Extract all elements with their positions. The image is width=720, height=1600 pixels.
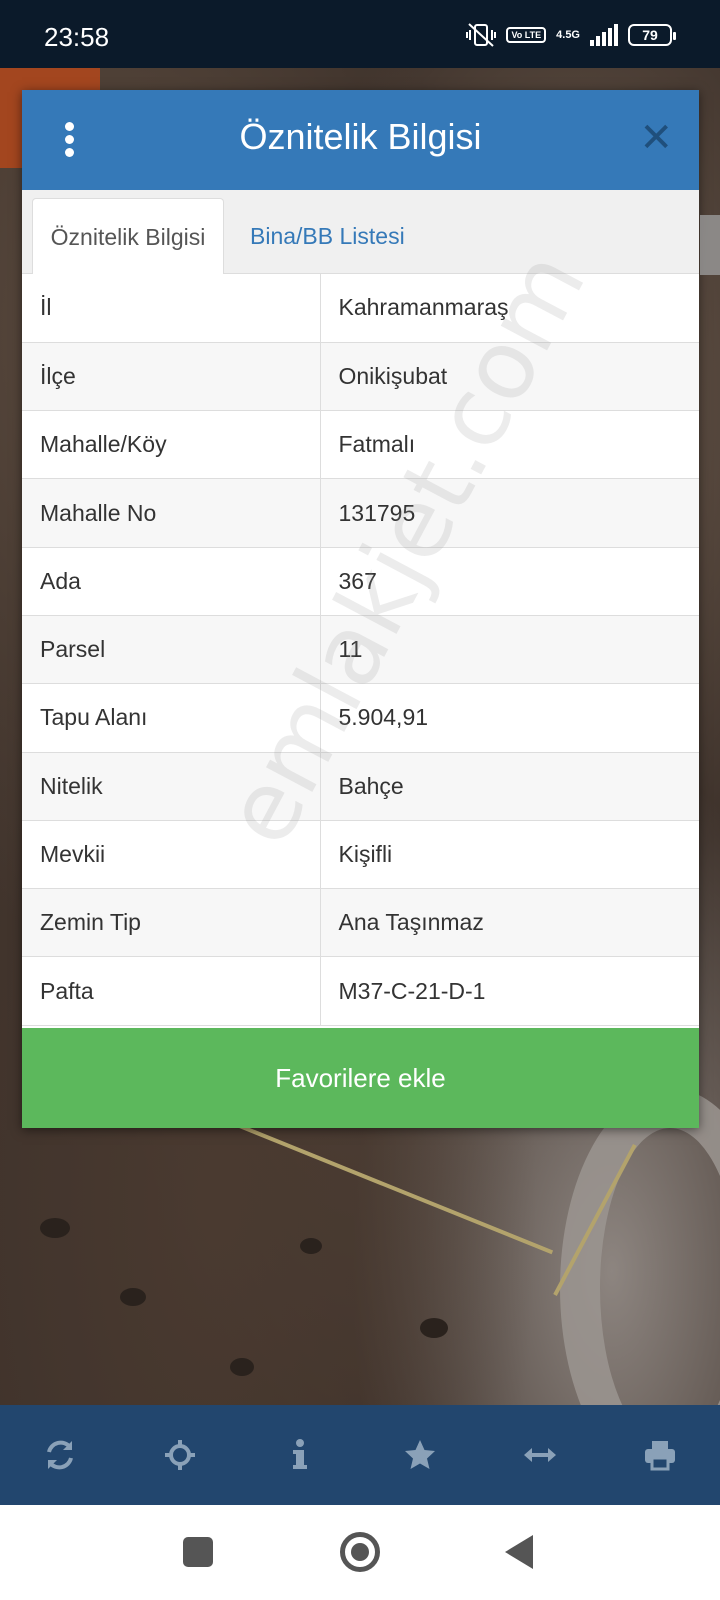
parcel-boundary-line [199, 1108, 554, 1255]
table-row: İl Kahramanmaraş [22, 274, 699, 343]
map-tree [300, 1238, 322, 1254]
table-row: Pafta M37-C-21-D-1 [22, 956, 699, 1026]
table-row: Mevkii Kişifli [22, 820, 699, 890]
map-tree [230, 1358, 254, 1376]
attribute-key: Mahalle No [22, 478, 321, 548]
system-nav-bar [0, 1505, 720, 1600]
table-row: İlçe Onikişubat [22, 342, 699, 412]
map-tree [120, 1288, 146, 1306]
vibrate-off-icon [466, 23, 497, 47]
attribute-key: Mahalle/Köy [22, 410, 321, 480]
battery-icon: 79 [628, 24, 676, 46]
attribute-value: M37-C-21-D-1 [320, 956, 699, 1026]
attribute-key: Ada [22, 547, 321, 616]
attribute-value: Ana Taşınmaz [320, 888, 699, 958]
tab-attribute-info[interactable]: Öznitelik Bilgisi [32, 198, 224, 274]
status-icons: Vo LTE 4.5G 79 [466, 22, 676, 48]
home-button[interactable] [340, 1532, 380, 1572]
add-to-favorites-button[interactable]: Favorilere ekle [22, 1028, 699, 1128]
table-row: Parsel 11 [22, 615, 699, 685]
back-button[interactable] [505, 1535, 533, 1569]
table-row: Mahalle No 131795 [22, 478, 699, 548]
attribute-table: İl Kahramanmaraş İlçe Onikişubat Mahalle/K… [22, 274, 699, 1026]
attribute-key: Zemin Tip [22, 888, 321, 958]
network-type: 4.5G [556, 29, 580, 41]
attribute-value: 131795 [320, 478, 699, 548]
close-icon[interactable]: ✕ [639, 116, 673, 160]
scrollbar-thumb[interactable] [700, 215, 720, 275]
print-icon[interactable] [630, 1425, 690, 1485]
attribute-value: Fatmalı [320, 410, 699, 480]
attribute-value: 367 [320, 547, 699, 616]
tab-bar: Öznitelik Bilgisi Bina/BB Listesi [22, 190, 699, 274]
attribute-value: 5.904,91 [320, 683, 699, 753]
tab-building-list[interactable]: Bina/BB Listesi [232, 198, 423, 274]
table-row: Tapu Alanı 5.904,91 [22, 683, 699, 753]
attribute-value: 11 [320, 615, 699, 685]
attribute-value: Kişifli [320, 820, 699, 890]
refresh-icon[interactable] [30, 1425, 90, 1485]
dialog-title: Öznitelik Bilgisi [239, 116, 482, 157]
map-road [560, 1088, 720, 1405]
map-toolbar [0, 1405, 720, 1505]
map-tree [40, 1218, 70, 1238]
status-bar: 23:58 Vo LTE 4.5G 79 [0, 0, 720, 68]
table-row: Mahalle/Köy Fatmalı [22, 410, 699, 480]
dialog-header: Öznitelik Bilgisi ✕ [22, 90, 699, 190]
attribute-key: Nitelik [22, 752, 321, 821]
signal-icon [590, 24, 618, 46]
attribute-key: Mevkii [22, 820, 321, 890]
attribute-value: Bahçe [320, 752, 699, 821]
attribute-key: İlçe [22, 342, 321, 412]
attribute-key: Tapu Alanı [22, 683, 321, 753]
attribute-key: İl [22, 274, 321, 343]
recent-apps-button[interactable] [183, 1537, 213, 1567]
volte-badge: Vo LTE [506, 27, 547, 43]
status-time: 23:58 [44, 22, 110, 52]
star-icon[interactable] [390, 1425, 450, 1485]
attribute-key: Pafta [22, 956, 321, 1026]
attribute-key: Parsel [22, 615, 321, 685]
table-row: Zemin Tip Ana Taşınmaz [22, 888, 699, 958]
attribute-value: Onikişubat [320, 342, 699, 412]
measure-icon[interactable] [510, 1425, 570, 1485]
table-row: Ada 367 [22, 547, 699, 616]
map-tree [420, 1318, 448, 1338]
locate-icon[interactable] [150, 1425, 210, 1485]
info-icon[interactable] [270, 1425, 330, 1485]
attribute-info-dialog: Öznitelik Bilgisi ✕ Öznitelik Bilgisi Bi… [22, 90, 699, 1128]
attribute-value: Kahramanmaraş [320, 274, 699, 343]
table-row: Nitelik Bahçe [22, 752, 699, 821]
